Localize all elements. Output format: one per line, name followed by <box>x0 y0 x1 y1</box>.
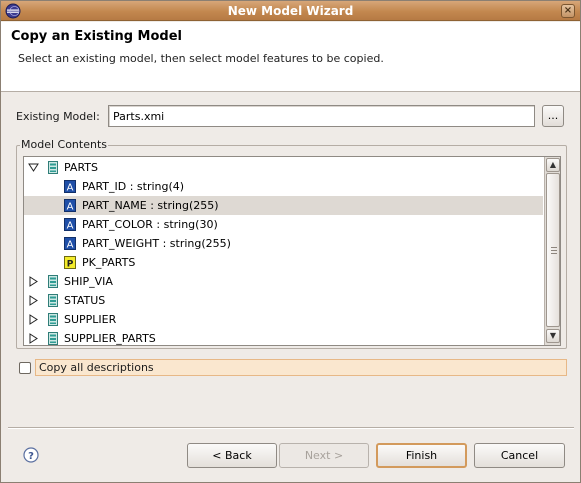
existing-model-input[interactable] <box>108 105 535 127</box>
scroll-thumb[interactable] <box>546 173 560 327</box>
model-contents-label: Model Contents <box>20 138 109 151</box>
tree-item-part-id[interactable]: A PART_ID : string(4) <box>24 177 543 196</box>
svg-text:A: A <box>67 183 74 194</box>
tree-item-label: SUPPLIER <box>64 313 117 326</box>
browse-button[interactable]: ... <box>542 105 564 127</box>
title-bar[interactable]: New Model Wizard × <box>1 1 580 21</box>
tree-item-supplier-parts[interactable]: SUPPLIER_PARTS <box>24 329 543 345</box>
window-title: New Model Wizard <box>227 4 354 18</box>
tree-item-part-name[interactable]: A PART_NAME : string(255) <box>24 196 543 215</box>
wizard-window: New Model Wizard × Copy an Existing Mode… <box>0 0 581 483</box>
tree-item-label: SUPPLIER_PARTS <box>64 332 156 345</box>
eclipse-icon[interactable] <box>5 3 21 19</box>
table-icon <box>48 313 58 326</box>
table-icon <box>48 161 58 174</box>
cancel-button[interactable]: Cancel <box>474 443 565 468</box>
svg-text:A: A <box>67 202 74 213</box>
scroll-down-button[interactable]: ▼ <box>546 329 560 343</box>
grip-line <box>551 247 557 248</box>
grip-line <box>551 250 557 251</box>
attribute-icon: A <box>64 237 76 250</box>
tree-item-supplier[interactable]: SUPPLIER <box>24 310 543 329</box>
tree-item-status[interactable]: STATUS <box>24 291 543 310</box>
help-icon[interactable]: ? <box>23 447 39 463</box>
table-icon <box>48 294 58 307</box>
existing-model-label: Existing Model: <box>16 110 100 123</box>
grip-line <box>551 253 557 254</box>
attribute-icon: A <box>64 199 76 212</box>
tree-item-label: PART_WEIGHT : string(255) <box>82 237 231 250</box>
tree-item-part-weight[interactable]: A PART_WEIGHT : string(255) <box>24 234 543 253</box>
wizard-header: Copy an Existing Model Select an existin… <box>1 22 580 92</box>
tree-item-label: PART_NAME : string(255) <box>82 199 219 212</box>
expander-expanded-icon[interactable] <box>28 162 39 173</box>
tree-item-label: PART_ID : string(4) <box>82 180 185 193</box>
tree-vertical-scrollbar[interactable]: ▲ ▼ <box>544 157 560 345</box>
tree-item-part-color[interactable]: A PART_COLOR : string(30) <box>24 215 543 234</box>
close-icon: × <box>563 5 573 16</box>
model-contents-tree[interactable]: PARTS A PART_ID : string(4) A PART_NAME … <box>23 156 561 346</box>
scroll-up-button[interactable]: ▲ <box>546 158 560 172</box>
back-button[interactable]: < Back <box>187 443 277 468</box>
expander-collapsed-icon[interactable] <box>28 333 39 344</box>
tree-item-label: PARTS <box>64 161 98 174</box>
table-icon <box>48 332 58 345</box>
svg-text:A: A <box>67 221 74 232</box>
finish-button[interactable]: Finish <box>376 443 467 468</box>
copy-descriptions-checkbox[interactable] <box>19 362 31 374</box>
copy-descriptions-label[interactable]: Copy all descriptions <box>39 360 154 375</box>
tree-item-label: PART_COLOR : string(30) <box>82 218 218 231</box>
tree-item-ship-via[interactable]: SHIP_VIA <box>24 272 543 291</box>
svg-text:P: P <box>67 260 74 270</box>
tree-item-parts[interactable]: PARTS <box>24 158 543 177</box>
page-title: Copy an Existing Model <box>11 29 182 44</box>
button-bar-divider <box>8 427 574 429</box>
close-button[interactable]: × <box>561 4 575 18</box>
expander-collapsed-icon[interactable] <box>28 295 39 306</box>
primary-key-icon: P <box>64 256 76 269</box>
attribute-icon: A <box>64 218 76 231</box>
tree-item-pk-parts[interactable]: P PK_PARTS <box>24 253 543 272</box>
next-button[interactable]: Next > <box>279 443 369 468</box>
tree-item-label: STATUS <box>64 294 106 307</box>
svg-text:?: ? <box>28 451 34 462</box>
arrow-up-icon: ▲ <box>549 160 557 169</box>
table-icon <box>48 275 58 288</box>
expander-collapsed-icon[interactable] <box>28 276 39 287</box>
arrow-down-icon: ▼ <box>549 331 557 340</box>
expander-collapsed-icon[interactable] <box>28 314 39 325</box>
tree-item-label: PK_PARTS <box>82 256 136 269</box>
svg-text:A: A <box>67 240 74 251</box>
tree-item-label: SHIP_VIA <box>64 275 113 288</box>
attribute-icon: A <box>64 180 76 193</box>
page-description: Select an existing model, then select mo… <box>18 52 384 65</box>
